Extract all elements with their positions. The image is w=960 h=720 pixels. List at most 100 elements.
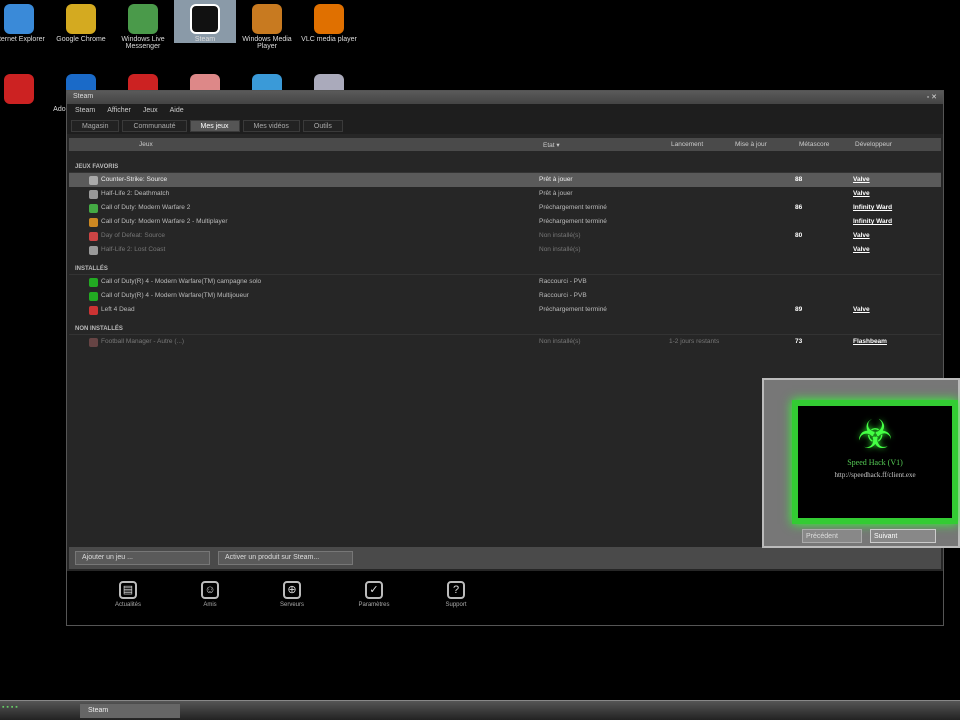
game-status: Préchargement terminé: [539, 204, 607, 211]
menu-aide[interactable]: Aide: [170, 107, 184, 115]
table-row[interactable]: Call of Duty(R) 4 - Modern Warfare(TM) M…: [69, 289, 941, 303]
section-header[interactable]: JEUX FAVORIS: [69, 161, 941, 173]
menu-afficher[interactable]: Afficher: [107, 107, 131, 115]
column-5[interactable]: Développeur: [855, 141, 892, 148]
tab-1[interactable]: Communauté: [122, 120, 187, 132]
metascore: 86: [795, 204, 803, 211]
desktop-icon[interactable]: Windows Media Player: [236, 0, 298, 50]
developer[interactable]: Valve: [853, 232, 870, 239]
developer[interactable]: Valve: [853, 306, 870, 313]
nav-label: Support: [445, 602, 467, 608]
add-game-button[interactable]: Ajouter un jeu ...: [75, 551, 210, 565]
table-row[interactable]: Call of Duty: Modern Warfare 2 Préchargem…: [69, 201, 941, 215]
desktop-icon-label: Google Chrome: [56, 36, 106, 43]
section-header[interactable]: NON INSTALLÉS: [69, 323, 941, 335]
app-icon: [4, 4, 34, 34]
game-name: Left 4 Dead: [101, 306, 135, 313]
taskbar-steam[interactable]: Steam: [80, 704, 180, 718]
game-icon: [89, 176, 98, 185]
settings-icon: ✓: [365, 581, 383, 599]
nav-settings[interactable]: ✓ Paramètres: [333, 581, 415, 625]
app-icon: [128, 4, 158, 34]
table-row[interactable]: Call of Duty: Modern Warfare 2 - Multipl…: [69, 215, 941, 229]
tab-4[interactable]: Outils: [302, 120, 343, 132]
desktop-icon[interactable]: Google Chrome: [50, 0, 112, 43]
desktop-icon[interactable]: [0, 70, 50, 106]
table-row[interactable]: Half-Life 2: Lost Coast Non installé(s) Va…: [69, 243, 941, 257]
developer[interactable]: Valve: [853, 190, 870, 197]
game-launch: 1-2 jours restants: [669, 338, 720, 345]
nav-servers[interactable]: ⊕ Serveurs: [251, 581, 333, 625]
window-title: Steam: [73, 93, 94, 100]
game-name: Call of Duty: Modern Warfare 2: [101, 204, 191, 211]
news-icon: ▤: [119, 581, 137, 599]
game-name: Day of Defeat: Source: [101, 232, 165, 239]
column-4[interactable]: Métascore: [799, 141, 829, 148]
developer[interactable]: Flashbeam: [853, 338, 887, 345]
title-bar[interactable]: Steam ▫ ✕: [67, 91, 943, 104]
popup-url[interactable]: http://speedhack.ff/client.exe: [798, 471, 952, 479]
game-status: Raccourci - PVB: [539, 292, 587, 299]
table-row[interactable]: Counter-Strike: Source Prêt à jouer 88 Valv…: [69, 173, 941, 187]
taskbar: ▪ ▪ ▪ ▪ Steam: [0, 700, 960, 720]
developer[interactable]: Valve: [853, 246, 870, 253]
biohazard-icon: ☣: [857, 413, 893, 457]
tab-3[interactable]: Mes vidéos: [242, 120, 300, 132]
menu-jeux[interactable]: Jeux: [143, 107, 158, 115]
nav-news[interactable]: ▤ Actualités: [87, 581, 169, 625]
metascore: 89: [795, 306, 803, 313]
nav-label: Serveurs: [279, 602, 304, 608]
table-row[interactable]: Half-Life 2: Deathmatch Prêt à jouer Valve: [69, 187, 941, 201]
column-header: Jeux Etat ▾ Lancement Mise à jour Métascore D…: [69, 138, 941, 151]
game-status: Préchargement terminé: [539, 218, 607, 225]
table-row[interactable]: Football Manager - Autre (...) Non instal…: [69, 335, 941, 349]
start-button[interactable]: ▪ ▪ ▪ ▪: [2, 704, 62, 718]
game-name: Call of Duty: Modern Warfare 2 - Multipl…: [101, 218, 228, 225]
table-row[interactable]: Call of Duty(R) 4 - Modern Warfare(TM) c…: [69, 275, 941, 289]
nav-support[interactable]: ? Support: [415, 581, 497, 625]
game-status: Non installé(s): [539, 246, 581, 253]
desktop-icon-label: Steam: [194, 36, 216, 43]
table-row[interactable]: Day of Defeat: Source Non installé(s) 80 Va…: [69, 229, 941, 243]
close-icon[interactable]: ▫ ✕: [927, 93, 937, 102]
nav-label: Actualités: [114, 602, 141, 608]
game-icon: [89, 292, 98, 301]
game-icon: [89, 278, 98, 287]
game-name: Half-Life 2: Deathmatch: [101, 190, 170, 197]
activate-product-button[interactable]: Activer un produit sur Steam...: [218, 551, 353, 565]
game-status: Prêt à jouer: [539, 176, 573, 183]
column-0[interactable]: Jeux: [139, 141, 153, 148]
nav-friends[interactable]: ☺ Amis: [169, 581, 251, 625]
menu-steam[interactable]: Steam: [75, 107, 95, 115]
section-header[interactable]: INSTALLÉS: [69, 263, 941, 275]
game-name: Counter-Strike: Source: [101, 176, 168, 183]
developer[interactable]: Valve: [853, 176, 870, 183]
app-icon: [252, 4, 282, 34]
metascore: 80: [795, 232, 803, 239]
game-status: Non installé(s): [539, 338, 581, 345]
developer[interactable]: Infinity Ward: [853, 218, 892, 225]
game-status: Prêt à jouer: [539, 190, 573, 197]
app-icon: [314, 4, 344, 34]
action-bar: Ajouter un jeu ... Activer un produit su…: [69, 547, 941, 569]
popup-content: ☣ Speed Hack (V1) http://speedhack.ff/cl…: [792, 400, 958, 524]
next-button[interactable]: Suivant: [870, 529, 936, 543]
developer[interactable]: Infinity Ward: [853, 204, 892, 211]
column-1[interactable]: Etat ▾: [543, 141, 560, 149]
support-icon: ?: [447, 581, 465, 599]
desktop-icon[interactable]: Internet Explorer: [0, 0, 50, 43]
column-3[interactable]: Mise à jour: [735, 141, 767, 148]
previous-button[interactable]: Précédent: [802, 529, 862, 543]
desktop-icon[interactable]: Steam: [174, 0, 236, 43]
table-row[interactable]: Left 4 Dead Préchargement terminé 89 Valve: [69, 303, 941, 317]
nav-label: Amis: [203, 602, 217, 608]
desktop-icon[interactable]: Windows Live Messenger: [112, 0, 174, 50]
tab-0[interactable]: Magasin: [71, 120, 120, 132]
game-status: Raccourci - PVB: [539, 278, 587, 285]
tab-2[interactable]: Mes jeux: [189, 120, 240, 132]
app-icon: [4, 74, 34, 104]
menu-bar: Steam Afficher Jeux Aide: [67, 104, 943, 118]
column-2[interactable]: Lancement: [671, 141, 703, 148]
desktop-icon[interactable]: VLC media player: [298, 0, 360, 43]
desktop-icon-label: VLC media player: [301, 36, 357, 43]
